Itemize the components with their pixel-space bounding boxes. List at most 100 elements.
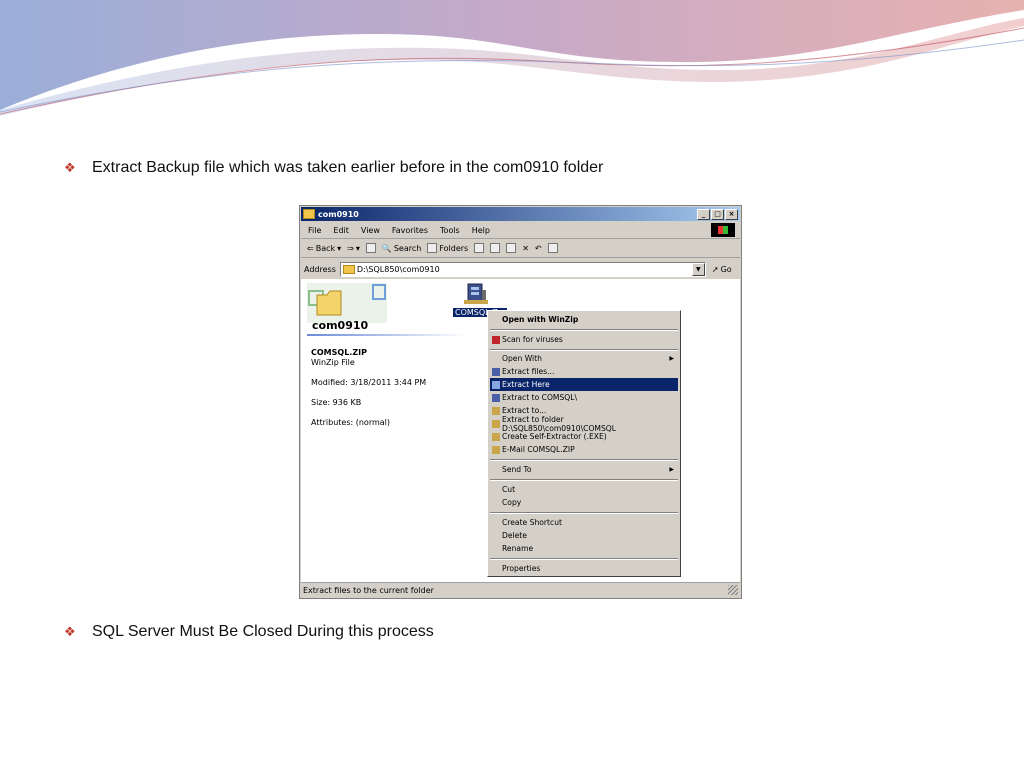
menu-item-label: Scan for viruses bbox=[502, 335, 563, 344]
menu-bar: File Edit View Favorites Tools Help bbox=[301, 222, 740, 239]
menu-item-send-to[interactable]: Send To ▶ bbox=[490, 463, 678, 476]
menu-item-extract-to-folder[interactable]: Extract to folder D:\SQL850\com0910\COMS… bbox=[490, 415, 678, 433]
go-arrow-icon: ➚ bbox=[711, 264, 719, 274]
close-button[interactable]: × bbox=[725, 209, 738, 220]
search-icon: 🔍 bbox=[381, 243, 392, 253]
views-icon[interactable] bbox=[547, 243, 558, 253]
detail-filetype: WinZip File bbox=[311, 358, 355, 367]
search-button[interactable]: 🔍 Search bbox=[382, 244, 421, 253]
window-title: com0910 bbox=[318, 209, 359, 219]
folders-icon bbox=[427, 243, 438, 253]
move-to-icon[interactable] bbox=[490, 243, 501, 253]
menu-separator bbox=[490, 329, 678, 331]
menu-item-create-shortcut[interactable]: Create Shortcut bbox=[490, 516, 678, 529]
history-icon[interactable] bbox=[474, 243, 485, 253]
menu-item-email-zip[interactable]: E-Mail COMSQL.ZIP bbox=[490, 443, 678, 456]
menu-item-open-with-winzip[interactable]: Open with WinZip bbox=[490, 313, 678, 326]
menu-item-extract-to-comsql[interactable]: Extract to COMSQL\ bbox=[490, 391, 678, 404]
submenu-arrow-icon: ▶ bbox=[669, 466, 674, 473]
maximize-button[interactable]: □ bbox=[711, 209, 724, 220]
bullet-text: Extract Backup file which was taken earl… bbox=[92, 159, 604, 176]
back-label: Back bbox=[315, 243, 336, 253]
back-button[interactable]: ⇐ Back ▾ bbox=[307, 244, 341, 253]
winzip-file-icon[interactable] bbox=[462, 282, 490, 306]
winzip-icon bbox=[492, 432, 500, 441]
folders-button[interactable]: Folders bbox=[427, 243, 468, 253]
winzip-icon bbox=[492, 419, 500, 428]
menu-separator bbox=[490, 459, 678, 461]
go-button[interactable]: ➚ Go bbox=[712, 265, 732, 274]
detail-size: Size: 936 KB bbox=[311, 398, 362, 407]
menu-item-label: Copy bbox=[502, 498, 522, 507]
menu-item-properties[interactable]: Properties bbox=[490, 562, 678, 575]
menu-item-label: Extract Here bbox=[502, 380, 550, 389]
menu-item-delete[interactable]: Delete bbox=[490, 529, 678, 542]
status-text: Extract files to the current folder bbox=[303, 585, 434, 595]
address-value: D:\SQL850\com0910 bbox=[356, 264, 440, 274]
forward-button[interactable]: ⇒ ▾ bbox=[347, 244, 360, 253]
status-bar: Extract files to the current folder bbox=[301, 582, 740, 597]
address-label: Address bbox=[304, 264, 336, 274]
undo-icon[interactable]: ↶ bbox=[535, 244, 542, 253]
menu-help[interactable]: Help bbox=[472, 226, 490, 235]
title-underline bbox=[307, 334, 467, 336]
menu-item-open-with[interactable]: Open With ▶ bbox=[490, 352, 678, 365]
bullet-diamond-icon: ❖ bbox=[64, 624, 76, 639]
menu-item-label: Open with WinZip bbox=[502, 315, 579, 324]
menu-item-label: Rename bbox=[502, 544, 534, 553]
menu-item-scan-viruses[interactable]: Scan for viruses bbox=[490, 333, 678, 346]
copy-to-icon[interactable] bbox=[506, 243, 517, 253]
menu-item-label: Delete bbox=[502, 531, 527, 540]
menu-view[interactable]: View bbox=[361, 226, 380, 235]
winzip-icon bbox=[492, 393, 500, 402]
up-folder-icon[interactable] bbox=[365, 243, 376, 253]
bullet-diamond-icon: ❖ bbox=[64, 160, 76, 175]
menu-item-label: Cut bbox=[502, 485, 516, 494]
bullet-extract-backup: ❖ Extract Backup file which was taken ea… bbox=[64, 159, 603, 177]
menu-tools[interactable]: Tools bbox=[440, 226, 460, 235]
menu-item-cut[interactable]: Cut bbox=[490, 483, 678, 496]
submenu-arrow-icon: ▶ bbox=[669, 355, 674, 362]
menu-item-rename[interactable]: Rename bbox=[490, 542, 678, 555]
bullet-text: SQL Server Must Be Closed During this pr… bbox=[92, 623, 434, 640]
resize-grip-icon[interactable] bbox=[728, 585, 738, 595]
large-folder-icon bbox=[307, 283, 387, 323]
folder-icon bbox=[303, 209, 315, 219]
menu-item-label: Extract files... bbox=[502, 367, 555, 376]
menu-file[interactable]: File bbox=[308, 226, 321, 235]
menu-item-label: Open With bbox=[502, 354, 542, 363]
antivirus-icon bbox=[492, 335, 500, 344]
menu-item-extract-here[interactable]: Extract Here bbox=[490, 378, 678, 391]
winzip-icon bbox=[492, 380, 500, 389]
address-bar: Address D:\SQL850\com0910 ▼ ➚ Go bbox=[301, 260, 740, 278]
back-arrow-icon: ⇐ bbox=[307, 243, 314, 253]
menu-separator bbox=[490, 558, 678, 560]
detail-filename: COMSQL.ZIP bbox=[311, 348, 367, 357]
go-label: Go bbox=[720, 264, 732, 274]
file-details-panel: COMSQL.ZIP WinZip File Modified: 3/18/20… bbox=[311, 348, 426, 428]
menu-favorites[interactable]: Favorites bbox=[392, 226, 428, 235]
winzip-icon bbox=[492, 367, 500, 376]
menu-item-extract-files[interactable]: Extract files... bbox=[490, 365, 678, 378]
delete-icon[interactable]: ✕ bbox=[522, 244, 529, 253]
context-menu: Open with WinZip Scan for viruses Open W… bbox=[487, 310, 681, 577]
search-label: Search bbox=[393, 243, 422, 253]
winzip-icon bbox=[492, 406, 500, 415]
menu-item-copy[interactable]: Copy bbox=[490, 496, 678, 509]
menu-item-create-self-extractor[interactable]: Create Self-Extractor (.EXE) bbox=[490, 430, 678, 443]
bullet-sql-server-closed: ❖ SQL Server Must Be Closed During this … bbox=[64, 623, 434, 641]
address-input[interactable]: D:\SQL850\com0910 ▼ bbox=[339, 261, 706, 277]
title-bar[interactable]: com0910 _ □ × bbox=[301, 207, 740, 221]
minimize-button[interactable]: _ bbox=[697, 209, 710, 220]
menu-item-label: E-Mail COMSQL.ZIP bbox=[502, 445, 575, 454]
forward-arrow-icon: ⇒ bbox=[347, 243, 354, 253]
menu-item-label: Create Shortcut bbox=[502, 518, 562, 527]
menu-edit[interactable]: Edit bbox=[333, 226, 349, 235]
menu-separator bbox=[490, 349, 678, 351]
detail-modified: Modified: 3/18/2011 3:44 PM bbox=[311, 378, 427, 387]
toolbar: ⇐ Back ▾ ⇒ ▾ 🔍 Search Folders ✕ ↶ bbox=[301, 239, 740, 258]
winzip-icon bbox=[492, 445, 500, 454]
menu-separator bbox=[490, 479, 678, 481]
chevron-down-icon[interactable]: ▼ bbox=[691, 262, 705, 276]
menu-item-label: Send To bbox=[502, 465, 532, 474]
